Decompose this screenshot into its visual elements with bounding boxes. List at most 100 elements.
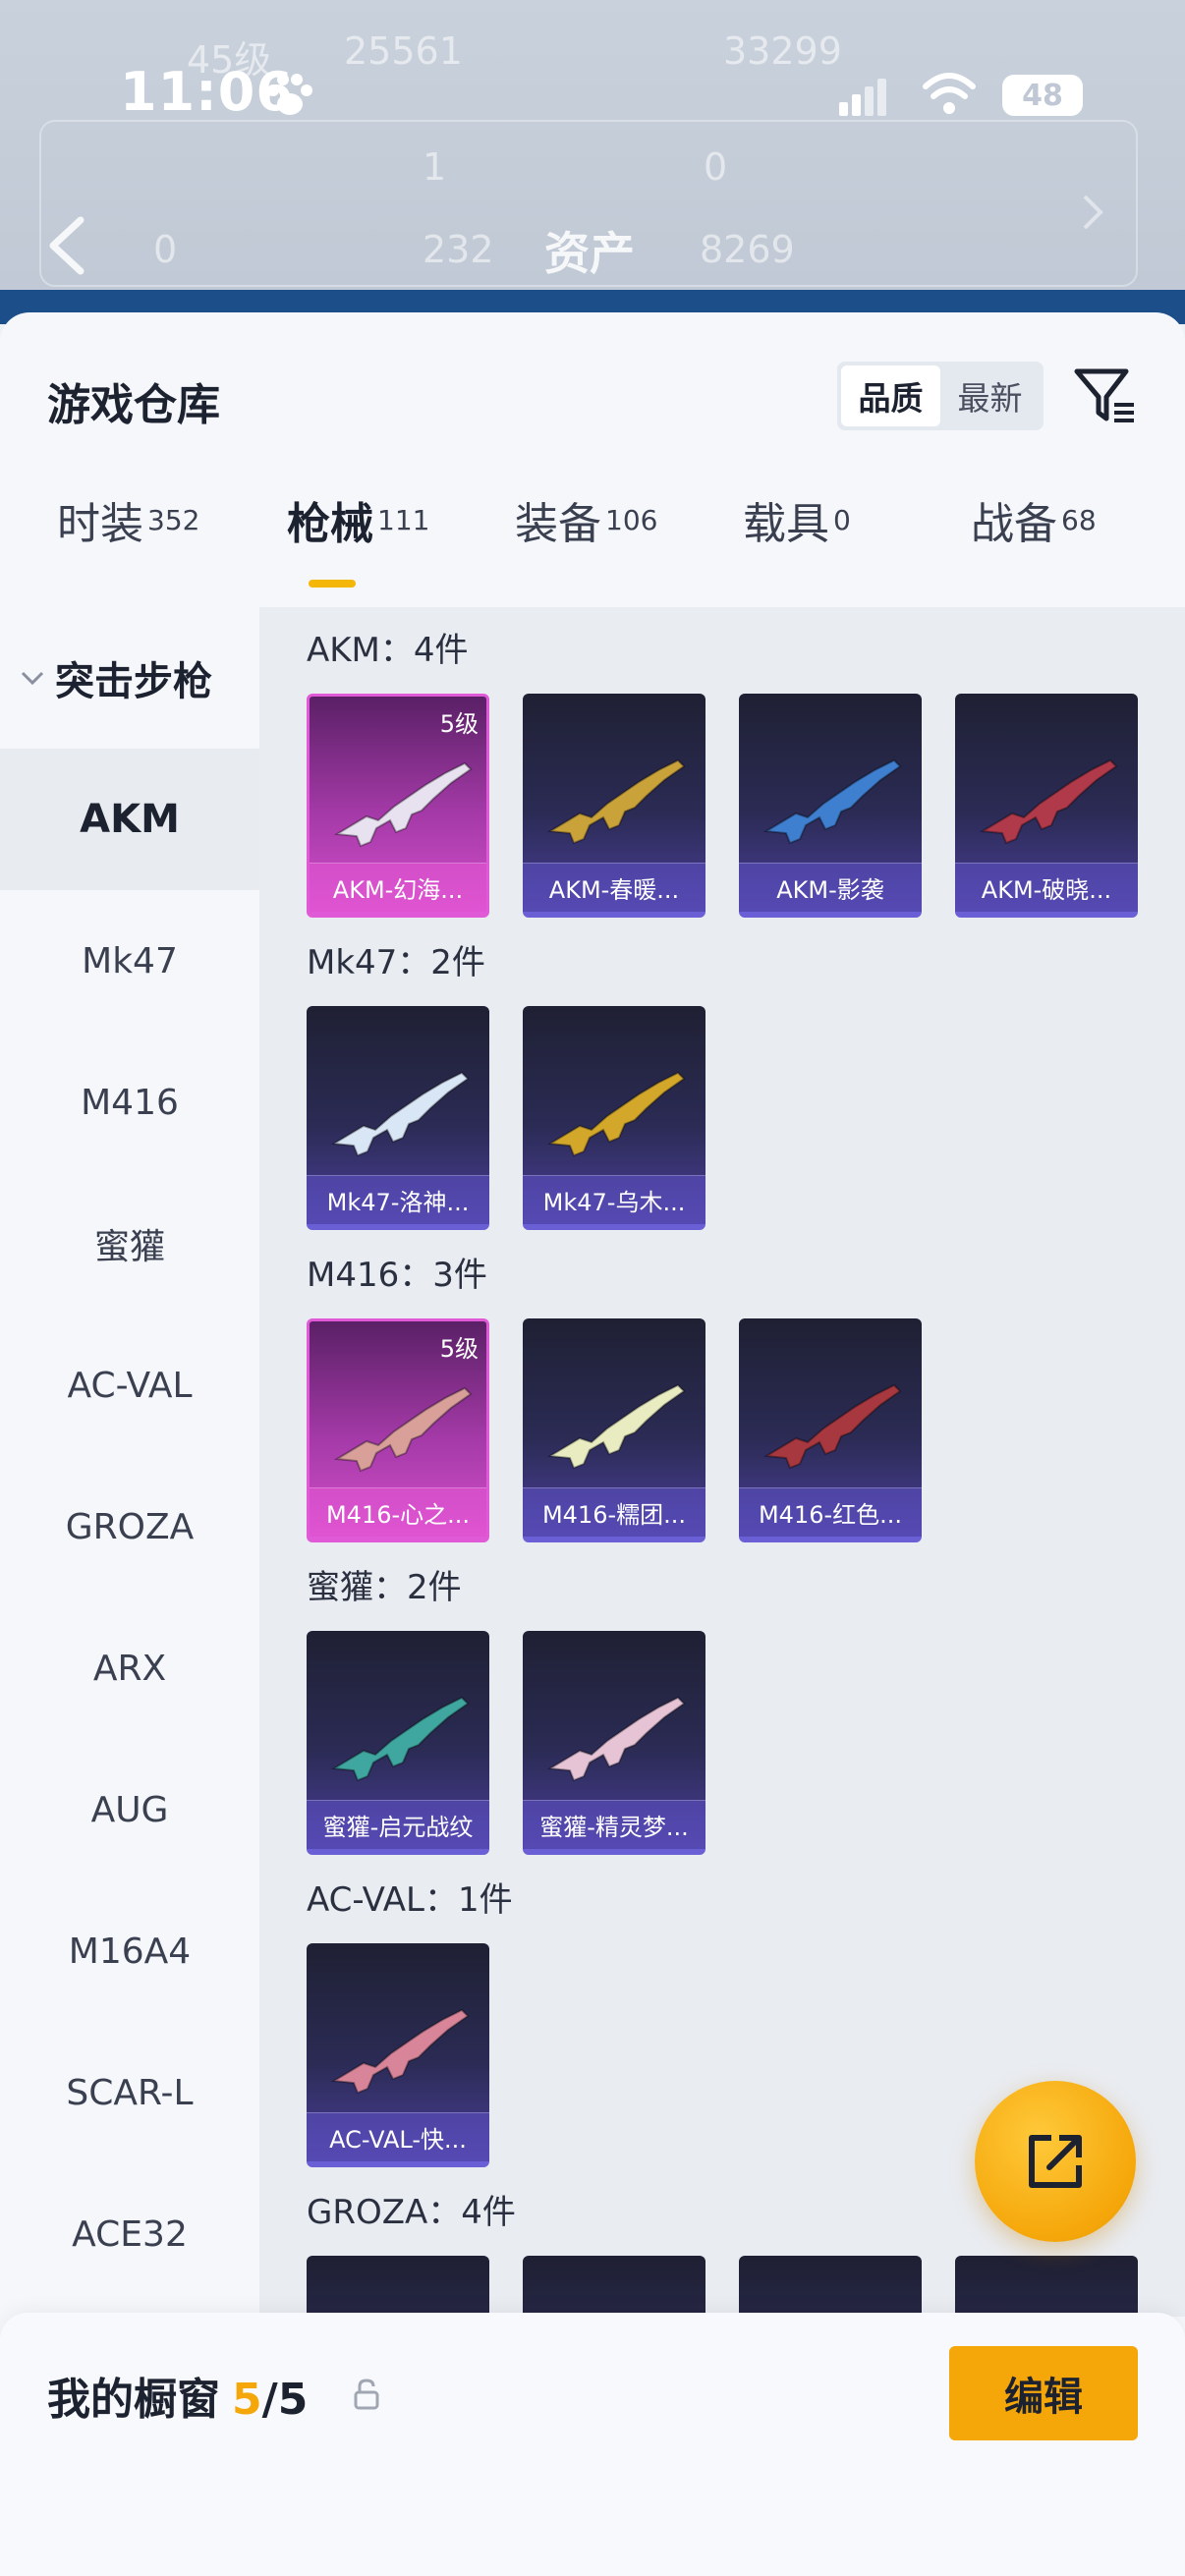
weapon-skin-name: AKM-春暖... bbox=[523, 863, 705, 912]
section-title: GROZA：4件 bbox=[307, 2193, 516, 2232]
weapon-grid: AKM：4件 5级 AKM-幻海... AKM-春暖... AKM-影袭 AKM-破晓..… bbox=[259, 607, 1185, 2317]
lock-icon bbox=[354, 2379, 379, 2410]
category-tabs: 时装 352 枪械 111 装备 106 载具 0 战备 68 bbox=[0, 499, 1185, 607]
weapon-skin-card[interactable] bbox=[523, 2256, 705, 2317]
weapon-skin-icon bbox=[330, 2008, 470, 2095]
sort-by-quality-button[interactable]: 品质 bbox=[841, 365, 940, 426]
weapon-skin-card[interactable]: AKM-春暖... bbox=[523, 694, 705, 918]
share-button[interactable] bbox=[975, 2081, 1136, 2242]
weapon-skin-name: Mk47-洛神... bbox=[307, 1175, 489, 1224]
showcase-title: 我的橱窗 bbox=[47, 2375, 220, 2425]
weapon-skin-icon bbox=[333, 1386, 473, 1473]
weapon-skin-name: 蜜獾-精灵梦... bbox=[523, 1800, 705, 1849]
active-tab-indicator bbox=[309, 580, 356, 588]
tab-count: 111 bbox=[377, 504, 430, 536]
weapon-skin-icon bbox=[979, 758, 1118, 845]
showcase-total-count: 5 bbox=[277, 2375, 309, 2425]
weapon-skin-name: AKM-破晓... bbox=[955, 863, 1138, 912]
weapon-skin-card[interactable]: 蜜獾-精灵梦... bbox=[523, 1631, 705, 1855]
tab-label: 载具 bbox=[743, 499, 829, 549]
battery-level: 48 bbox=[1022, 78, 1063, 113]
tab-supplies[interactable]: 战备 68 bbox=[971, 499, 1097, 607]
weapon-skin-card[interactable] bbox=[739, 2256, 922, 2317]
weapon-skin-name: 蜜獾-启元战纹 bbox=[307, 1800, 489, 1849]
weapon-skin-icon bbox=[762, 1383, 902, 1470]
weapon-skin-card[interactable]: 蜜獾-启元战纹 bbox=[307, 1631, 489, 1855]
sidebar-item-honey-badger[interactable]: 蜜獾 bbox=[0, 1173, 259, 1315]
tab-count: 0 bbox=[833, 504, 851, 536]
weapon-skin-card[interactable]: M416-糯团... bbox=[523, 1318, 705, 1542]
edit-showcase-button[interactable]: 编辑 bbox=[949, 2346, 1138, 2440]
weapon-skin-icon bbox=[762, 758, 902, 845]
weapon-skin-card[interactable]: AC-VAL-快... bbox=[307, 1943, 489, 2167]
weapon-skin-name: AKM-幻海... bbox=[310, 863, 486, 912]
weapon-skin-name: AC-VAL-快... bbox=[307, 2112, 489, 2161]
sidebar-item-arx[interactable]: ARX bbox=[0, 1597, 259, 1739]
sidebar-item-scar-l[interactable]: SCAR-L bbox=[0, 2022, 259, 2163]
ghost-stat: 1 bbox=[423, 145, 447, 189]
weapon-skin-card[interactable] bbox=[307, 2256, 489, 2317]
weapon-skin-icon bbox=[333, 761, 473, 848]
showcase-bar: 我的橱窗 5 / 5 编辑 bbox=[0, 2313, 1185, 2576]
tab-count: 106 bbox=[605, 504, 658, 536]
sidebar-item-aug[interactable]: AUG bbox=[0, 1739, 259, 1880]
background-profile-header: 45级 25561 33299 1 0 0 232 8269 资产 11:06 bbox=[0, 0, 1185, 324]
sidebar-group-label: 突击步枪 bbox=[55, 659, 212, 704]
tab-label: 装备 bbox=[515, 499, 601, 549]
weapon-skin-card[interactable]: Mk47-洛神... bbox=[307, 1006, 489, 1230]
weapon-skin-icon bbox=[330, 1071, 470, 1157]
sort-by-latest-button[interactable]: 最新 bbox=[940, 365, 1040, 426]
weapon-skin-icon bbox=[546, 1071, 686, 1157]
status-bar: 11:06 48 bbox=[0, 0, 1185, 138]
weapon-skin-icon bbox=[546, 1383, 686, 1470]
sidebar-item-groza[interactable]: GROZA bbox=[0, 1456, 259, 1597]
weapon-skin-name: AKM-影袭 bbox=[739, 863, 922, 912]
sidebar-item-akm[interactable]: AKM bbox=[0, 749, 259, 890]
weapon-skin-card[interactable] bbox=[955, 2256, 1138, 2317]
showcase-separator: / bbox=[261, 2375, 278, 2425]
weapon-type-sidebar: 突击步枪 AKM Mk47 M416 蜜獾 AC-VAL GROZA ARX A… bbox=[0, 607, 259, 2317]
weapon-skin-card[interactable]: Mk47-乌木... bbox=[523, 1006, 705, 1230]
weapon-skin-name: M416-心之... bbox=[310, 1487, 486, 1537]
tab-label: 时装 bbox=[57, 499, 143, 549]
weapon-skin-icon bbox=[546, 1696, 686, 1782]
sidebar-group-assault-rifles[interactable]: 突击步枪 bbox=[0, 607, 259, 749]
section-title: M416：3件 bbox=[307, 1256, 487, 1295]
share-icon bbox=[1029, 2135, 1082, 2188]
sort-toggle: 品质 最新 bbox=[837, 362, 1044, 430]
weapon-skin-name: M416-红色... bbox=[739, 1487, 922, 1537]
weapon-skin-icon bbox=[546, 758, 686, 845]
filter-icon[interactable] bbox=[1071, 362, 1138, 428]
ghost-stat: 0 bbox=[153, 228, 178, 271]
showcase-current-count: 5 bbox=[232, 2375, 262, 2425]
background-page-title: 资产 bbox=[544, 227, 635, 280]
wifi-icon bbox=[923, 73, 976, 114]
weapon-skin-card[interactable]: 5级 M416-心之... bbox=[307, 1318, 489, 1542]
paw-icon bbox=[267, 74, 312, 115]
sidebar-item-m16a4[interactable]: M16A4 bbox=[0, 1880, 259, 2022]
chevron-down-icon bbox=[21, 671, 44, 686]
tab-count: 68 bbox=[1061, 504, 1097, 536]
section-title: AC-VAL：1件 bbox=[307, 1880, 513, 1920]
tab-guns[interactable]: 枪械 111 bbox=[287, 499, 429, 607]
sidebar-item-mk47[interactable]: Mk47 bbox=[0, 890, 259, 1032]
ghost-stat: 0 bbox=[704, 145, 728, 189]
sidebar-item-m416[interactable]: M416 bbox=[0, 1032, 259, 1173]
weapon-skin-card[interactable]: AKM-影袭 bbox=[739, 694, 922, 918]
sidebar-item-ace32[interactable]: ACE32 bbox=[0, 2163, 259, 2305]
tab-vehicles[interactable]: 载具 0 bbox=[743, 499, 851, 607]
tab-label: 枪械 bbox=[287, 499, 373, 549]
weapon-skin-card[interactable]: AKM-破晓... bbox=[955, 694, 1138, 918]
tab-equipment[interactable]: 装备 106 bbox=[515, 499, 657, 607]
battery-icon: 48 bbox=[1002, 75, 1083, 116]
weapon-skin-card[interactable]: 5级 AKM-幻海... bbox=[307, 694, 489, 918]
tab-fashion[interactable]: 时装 352 bbox=[57, 499, 199, 607]
weapon-skin-card[interactable]: M416-红色... bbox=[739, 1318, 922, 1542]
sidebar-item-ac-val[interactable]: AC-VAL bbox=[0, 1315, 259, 1456]
back-arrow-icon[interactable] bbox=[45, 214, 88, 277]
weapon-skin-name: M416-糯团... bbox=[523, 1487, 705, 1537]
section-title: 蜜獾：2件 bbox=[307, 1568, 462, 1607]
section-title: AKM：4件 bbox=[307, 631, 469, 670]
tab-count: 352 bbox=[147, 504, 200, 536]
page-title: 游戏仓库 bbox=[47, 380, 220, 430]
